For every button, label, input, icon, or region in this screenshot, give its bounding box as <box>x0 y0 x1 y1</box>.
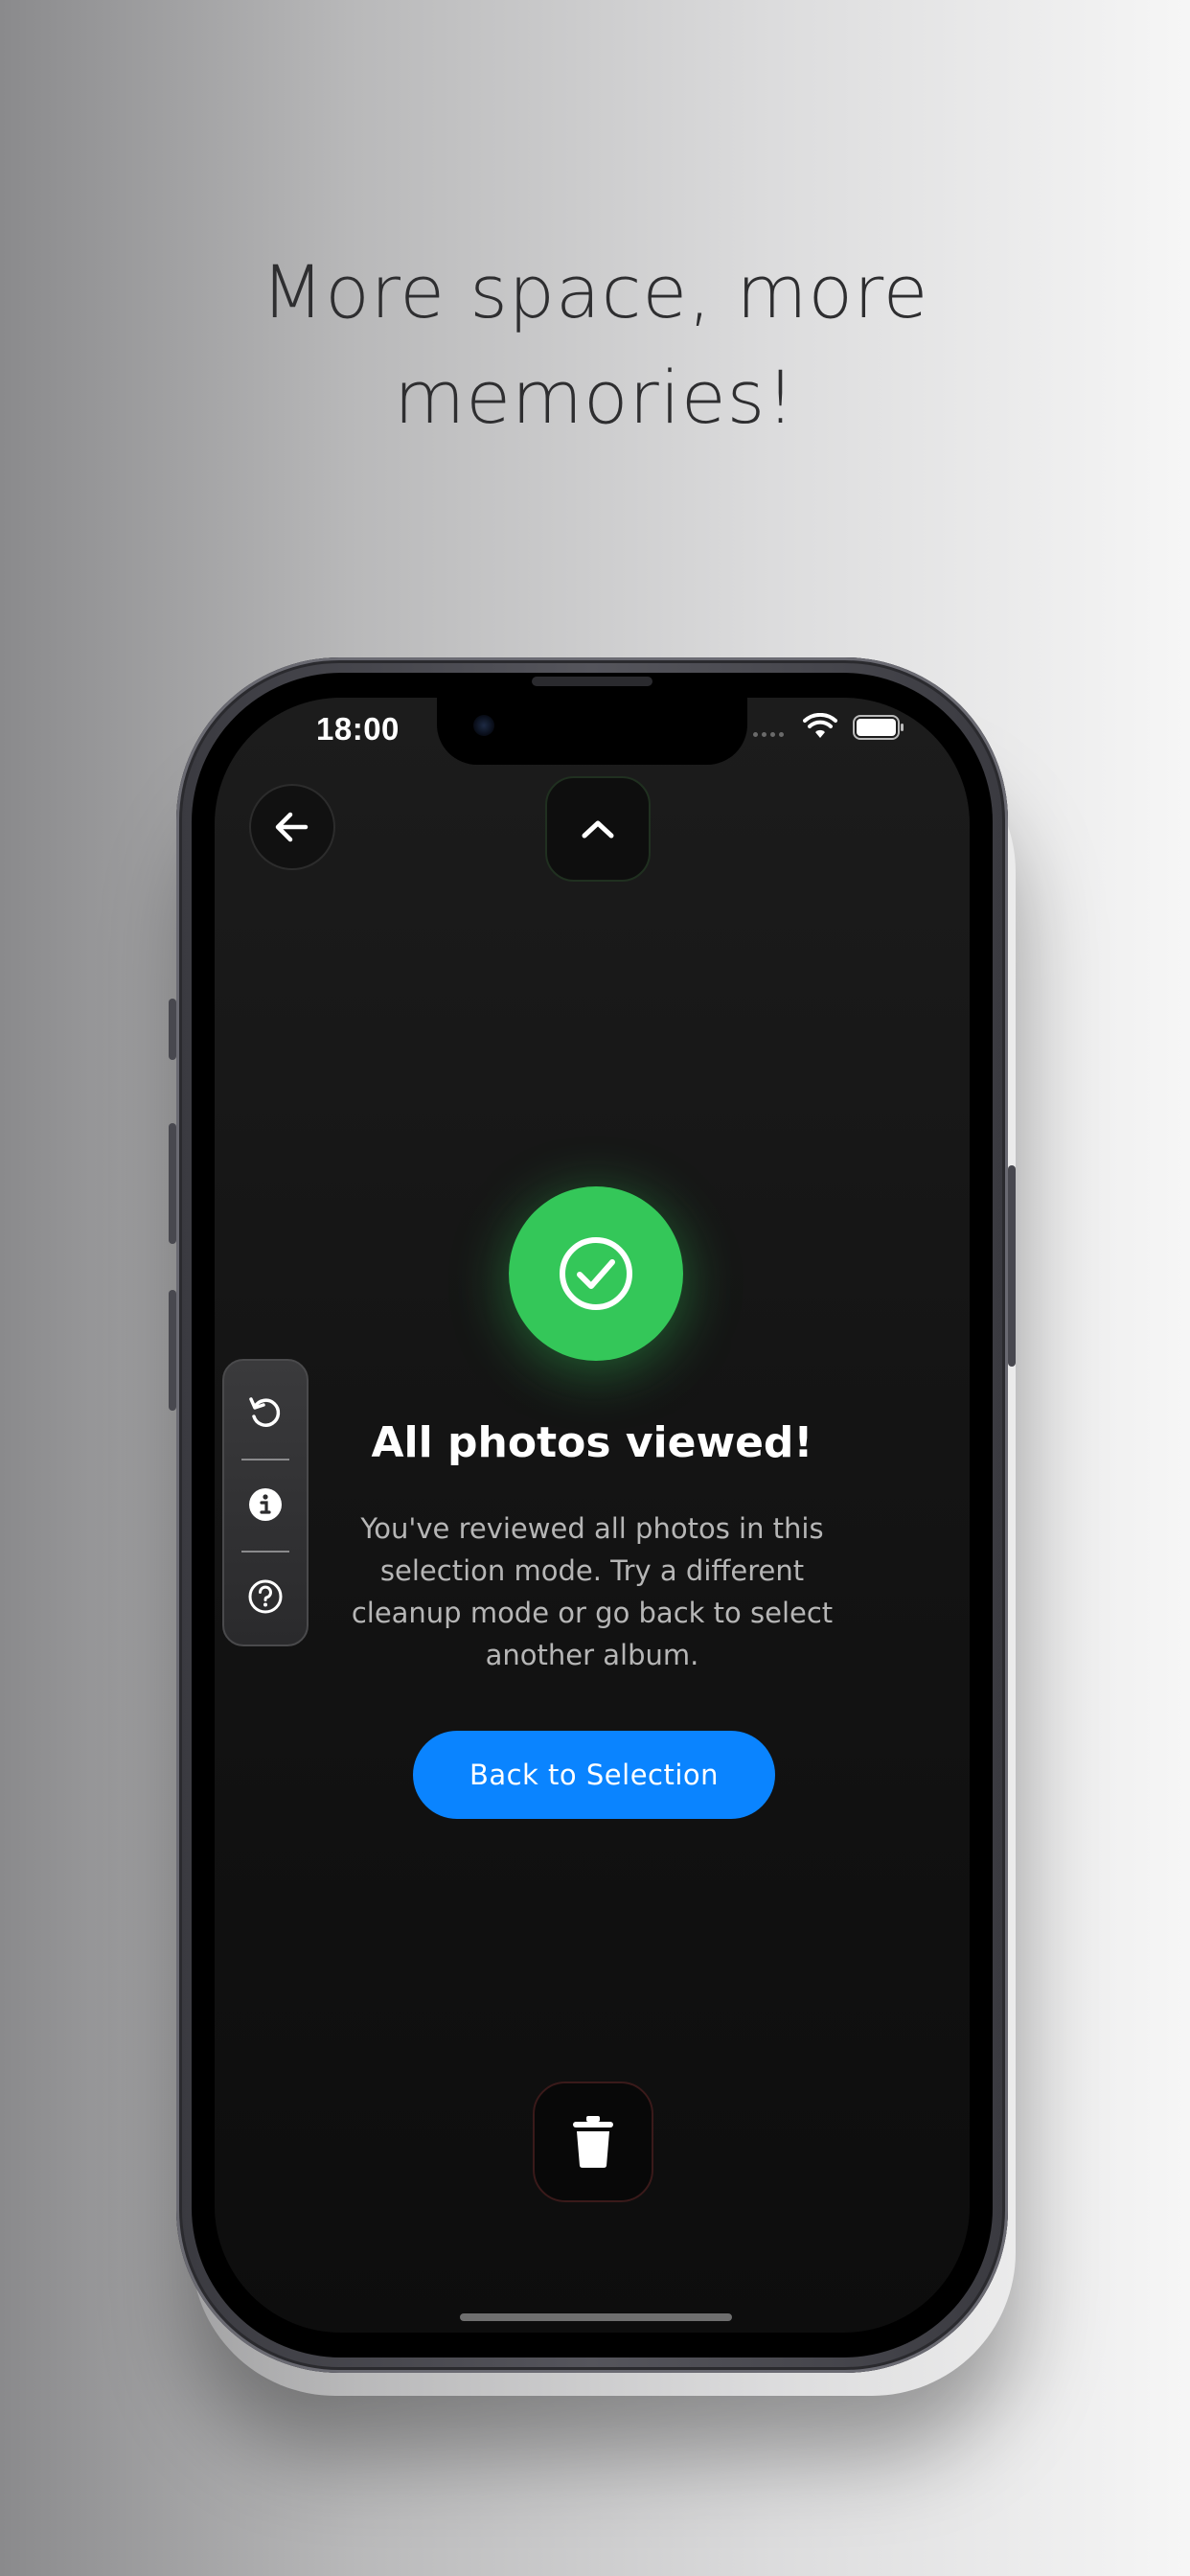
delete-button[interactable] <box>533 2082 653 2202</box>
side-toolbar <box>222 1359 309 1646</box>
battery-icon <box>853 715 904 740</box>
info-icon <box>249 1488 282 1521</box>
phone-speaker <box>532 677 652 686</box>
front-camera <box>473 715 494 736</box>
phone-silent-switch <box>169 999 176 1060</box>
marketing-headline: More space, more memories! <box>0 240 1190 450</box>
collapse-button[interactable] <box>545 776 651 882</box>
chevron-up-icon <box>582 820 614 839</box>
status-time: 18:00 <box>316 711 400 747</box>
empty-state-message: You've reviewed all photos in this selec… <box>351 1512 834 1671</box>
back-button[interactable] <box>249 784 335 870</box>
trash-icon <box>573 2116 613 2168</box>
phone-power-button <box>1008 1165 1016 1367</box>
toolbar-divider <box>241 1551 289 1552</box>
phone-volume-down <box>169 1290 176 1411</box>
back-to-selection-button[interactable]: Back to Selection <box>413 1731 775 1819</box>
phone-volume-up <box>169 1123 176 1244</box>
wifi-icon <box>803 713 837 738</box>
app-screen: 18:00 All photos viewed! You've reviewed… <box>215 698 970 2333</box>
headline-line-2: memories! <box>394 355 796 440</box>
home-indicator[interactable] <box>460 2313 732 2321</box>
checkmark-circle-icon <box>560 1237 632 1310</box>
help-button[interactable] <box>224 1568 307 1625</box>
help-icon <box>248 1579 283 1614</box>
signal-dots <box>753 732 784 737</box>
empty-state-title: All photos viewed! <box>371 1418 813 1467</box>
success-badge <box>509 1186 683 1361</box>
headline-line-1: More space, more <box>261 249 929 334</box>
info-button[interactable] <box>224 1476 307 1533</box>
arrow-left-icon <box>275 812 309 842</box>
